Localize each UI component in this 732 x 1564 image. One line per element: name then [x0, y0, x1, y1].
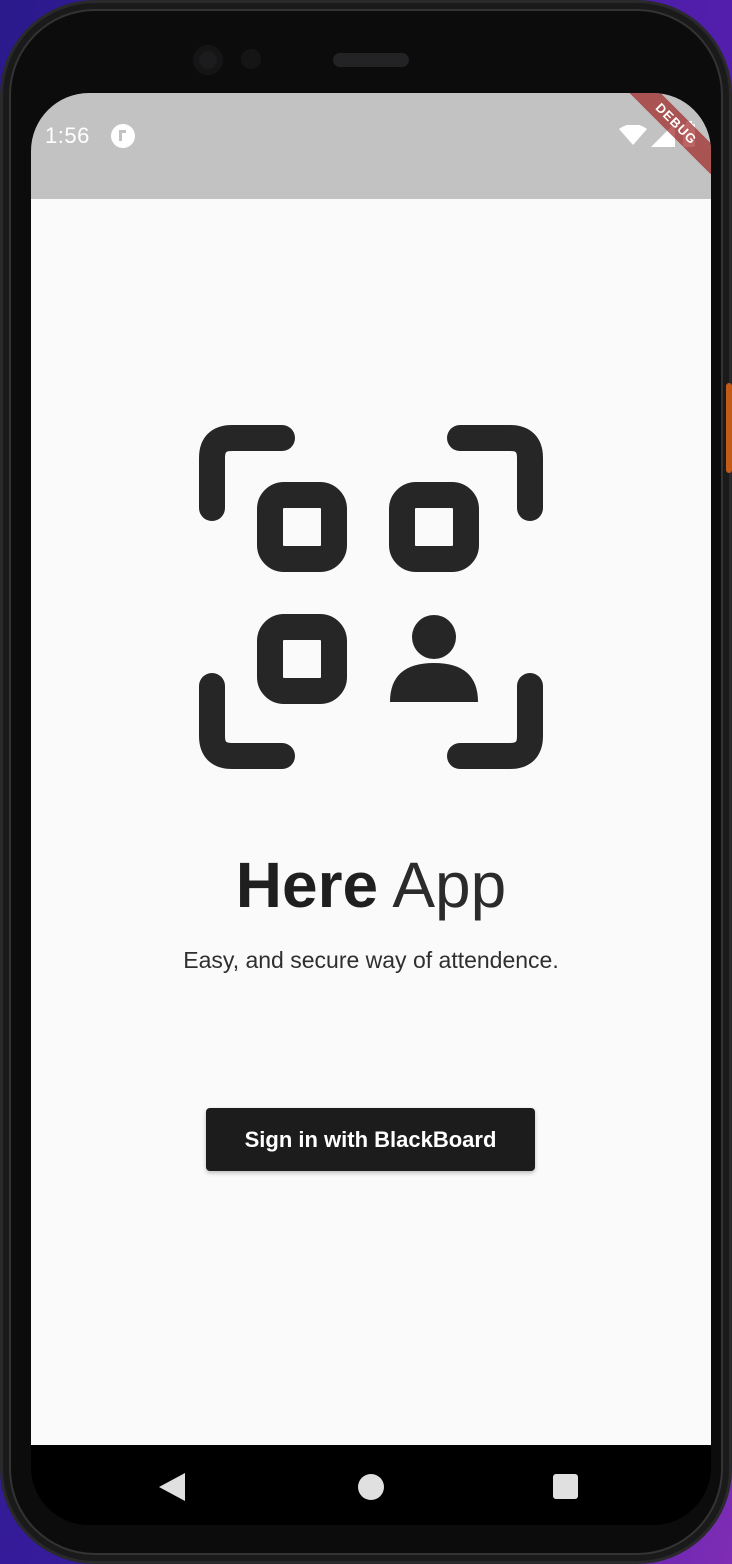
- device-screen: 1:56 DEBUG Here App Easy, and secure way…: [31, 93, 711, 1525]
- front-camera: [193, 45, 223, 75]
- app-title-bold: Here: [235, 849, 379, 921]
- status-time: 1:56: [45, 123, 90, 148]
- flutter-notification-icon: [111, 124, 135, 148]
- app-subtitle: Easy, and secure way of attendence.: [183, 947, 559, 973]
- home-circle-icon[interactable]: [358, 1474, 384, 1500]
- status-bar: 1:56 DEBUG: [31, 93, 711, 199]
- app-title: Here App: [31, 847, 711, 923]
- earpiece-speaker: [333, 53, 409, 67]
- back-triangle-icon[interactable]: [159, 1473, 185, 1501]
- phone-frame: 1:56 DEBUG Here App Easy, and secure way…: [0, 0, 732, 1564]
- navigation-bar: [31, 1445, 711, 1525]
- qr-code-person-scanner-icon: [199, 425, 543, 769]
- app-body: Here App Easy, and secure way of attende…: [31, 199, 711, 1445]
- side-power-button: [726, 383, 732, 473]
- wifi-icon: [619, 125, 647, 145]
- proximity-sensor: [241, 49, 261, 69]
- sign-in-blackboard-button[interactable]: Sign in with BlackBoard: [206, 1108, 535, 1171]
- app-title-light: App: [392, 849, 507, 921]
- recents-square-icon[interactable]: [553, 1474, 578, 1499]
